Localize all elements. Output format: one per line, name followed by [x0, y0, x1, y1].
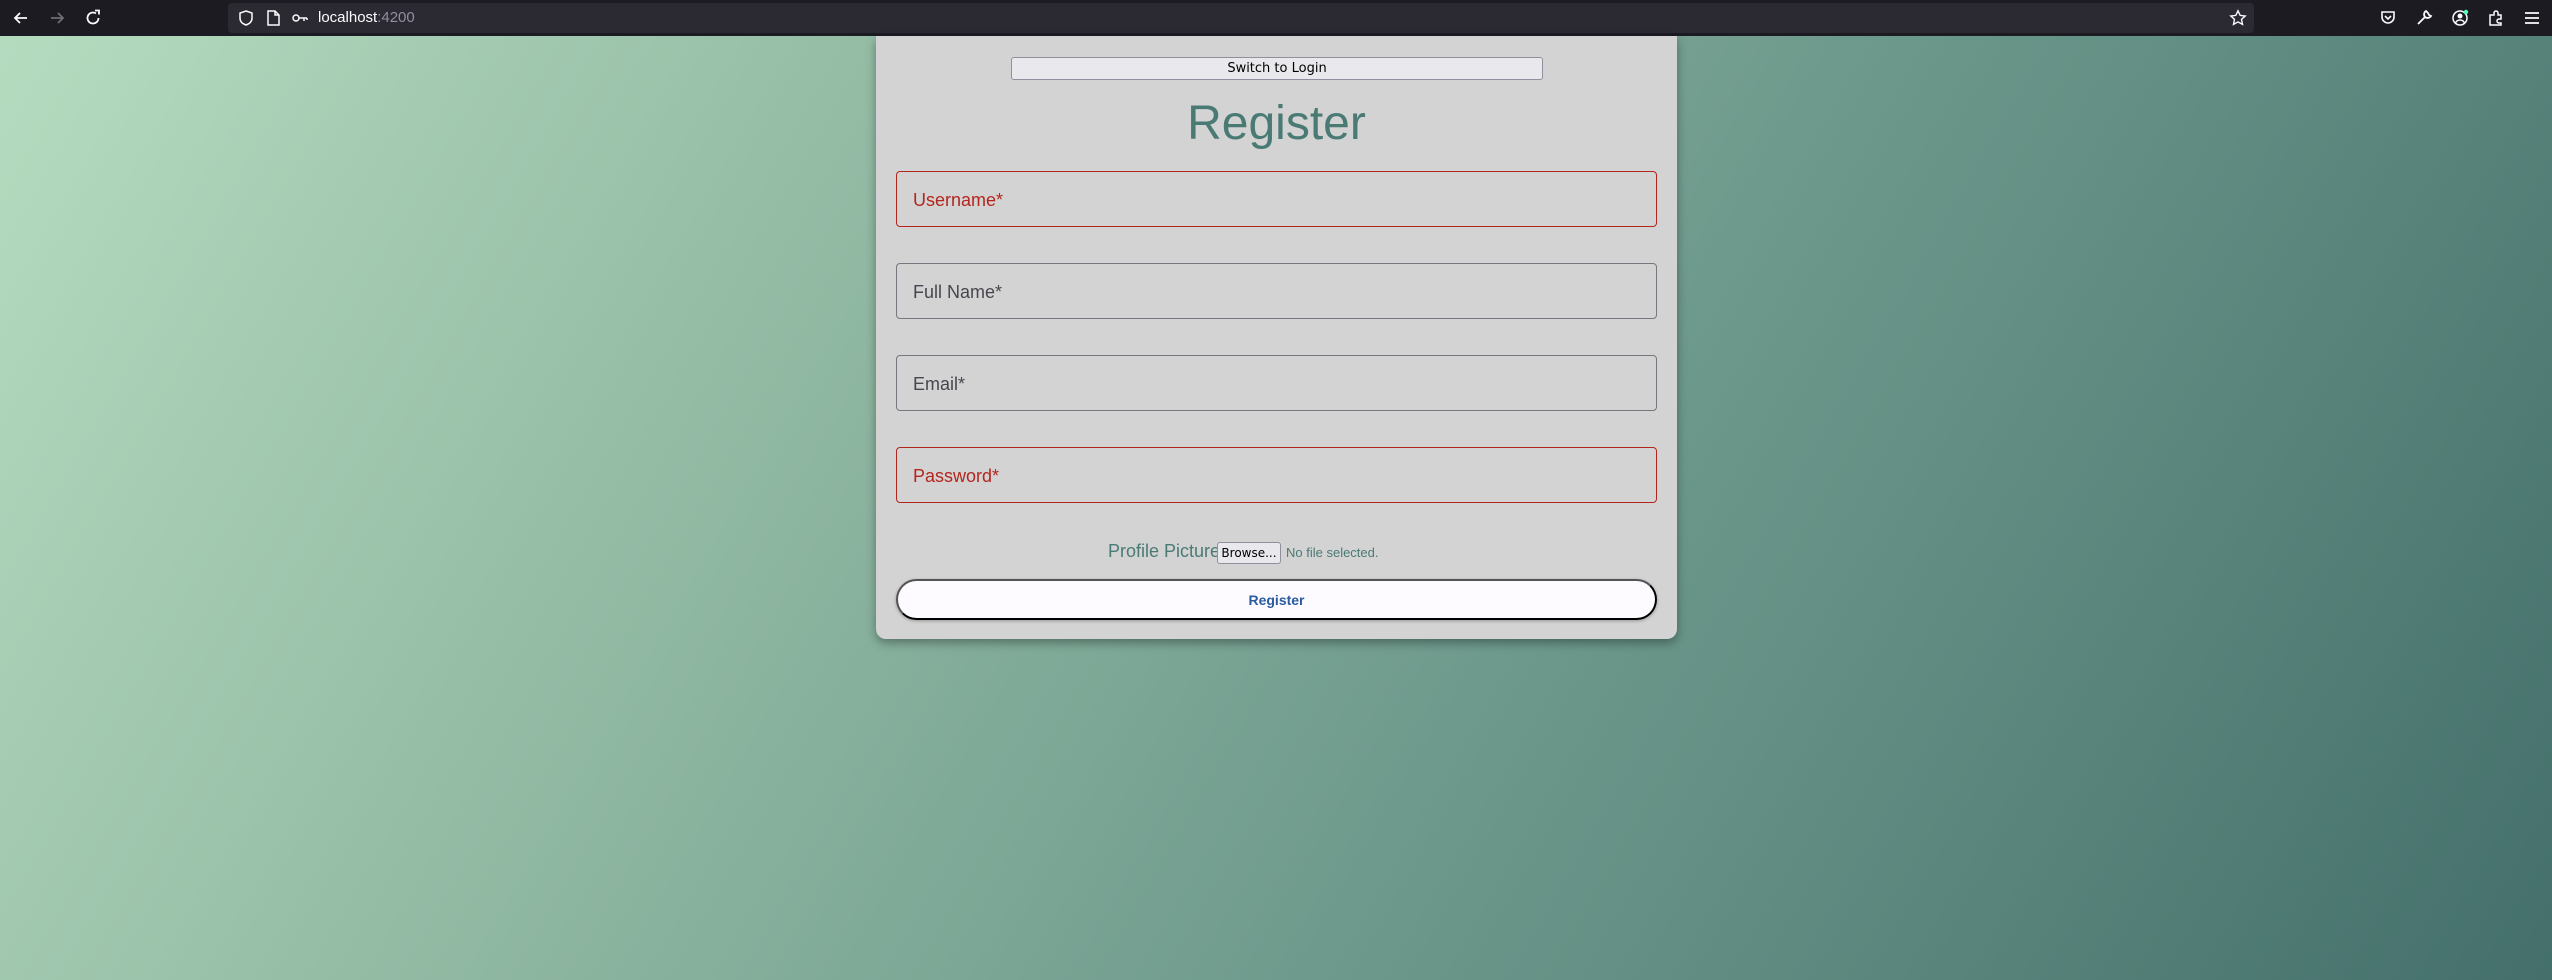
url-bar[interactable]: localhost:4200 — [228, 3, 2254, 33]
username-field[interactable]: Username* — [896, 171, 1657, 227]
key-icon[interactable] — [288, 6, 312, 30]
email-label: Email* — [913, 374, 966, 394]
profile-picture-label: Profile Picture — [1108, 541, 1221, 561]
url-text[interactable]: localhost:4200 — [318, 8, 415, 28]
shield-icon[interactable] — [234, 6, 258, 30]
account-icon[interactable] — [2448, 6, 2472, 30]
url-host: localhost — [318, 9, 378, 26]
full-name-field[interactable]: Full Name* — [896, 263, 1657, 319]
pocket-icon[interactable] — [2376, 6, 2400, 30]
username-label: Username* — [913, 190, 1004, 210]
password-label: Password* — [913, 466, 1000, 486]
page-icon[interactable] — [261, 6, 285, 30]
switch-to-login-button[interactable]: Switch to Login — [1011, 57, 1543, 80]
url-port: :4200 — [377, 9, 415, 26]
file-status-text: No file selected. — [1286, 545, 1379, 560]
star-icon[interactable] — [2226, 6, 2250, 30]
password-field[interactable]: Password* — [896, 447, 1657, 503]
back-arrow-icon[interactable] — [9, 6, 33, 30]
register-card: Switch to Login Register Username* Full … — [876, 36, 1677, 639]
full-name-label: Full Name* — [913, 282, 1003, 302]
email-field[interactable]: Email* — [896, 355, 1657, 411]
extensions-icon[interactable] — [2484, 6, 2508, 30]
menu-icon[interactable] — [2520, 6, 2544, 30]
forward-arrow-icon[interactable] — [45, 6, 69, 30]
wrench-icon[interactable] — [2412, 6, 2436, 30]
reload-icon[interactable] — [81, 6, 105, 30]
page-title: Register — [1187, 97, 1366, 150]
browse-button[interactable]: Browse... — [1217, 542, 1281, 564]
register-button[interactable]: Register — [896, 579, 1657, 620]
profile-picture-row: Profile Picture Browse... No file select… — [876, 538, 1677, 564]
browser-toolbar: localhost:4200 — [0, 0, 2552, 36]
